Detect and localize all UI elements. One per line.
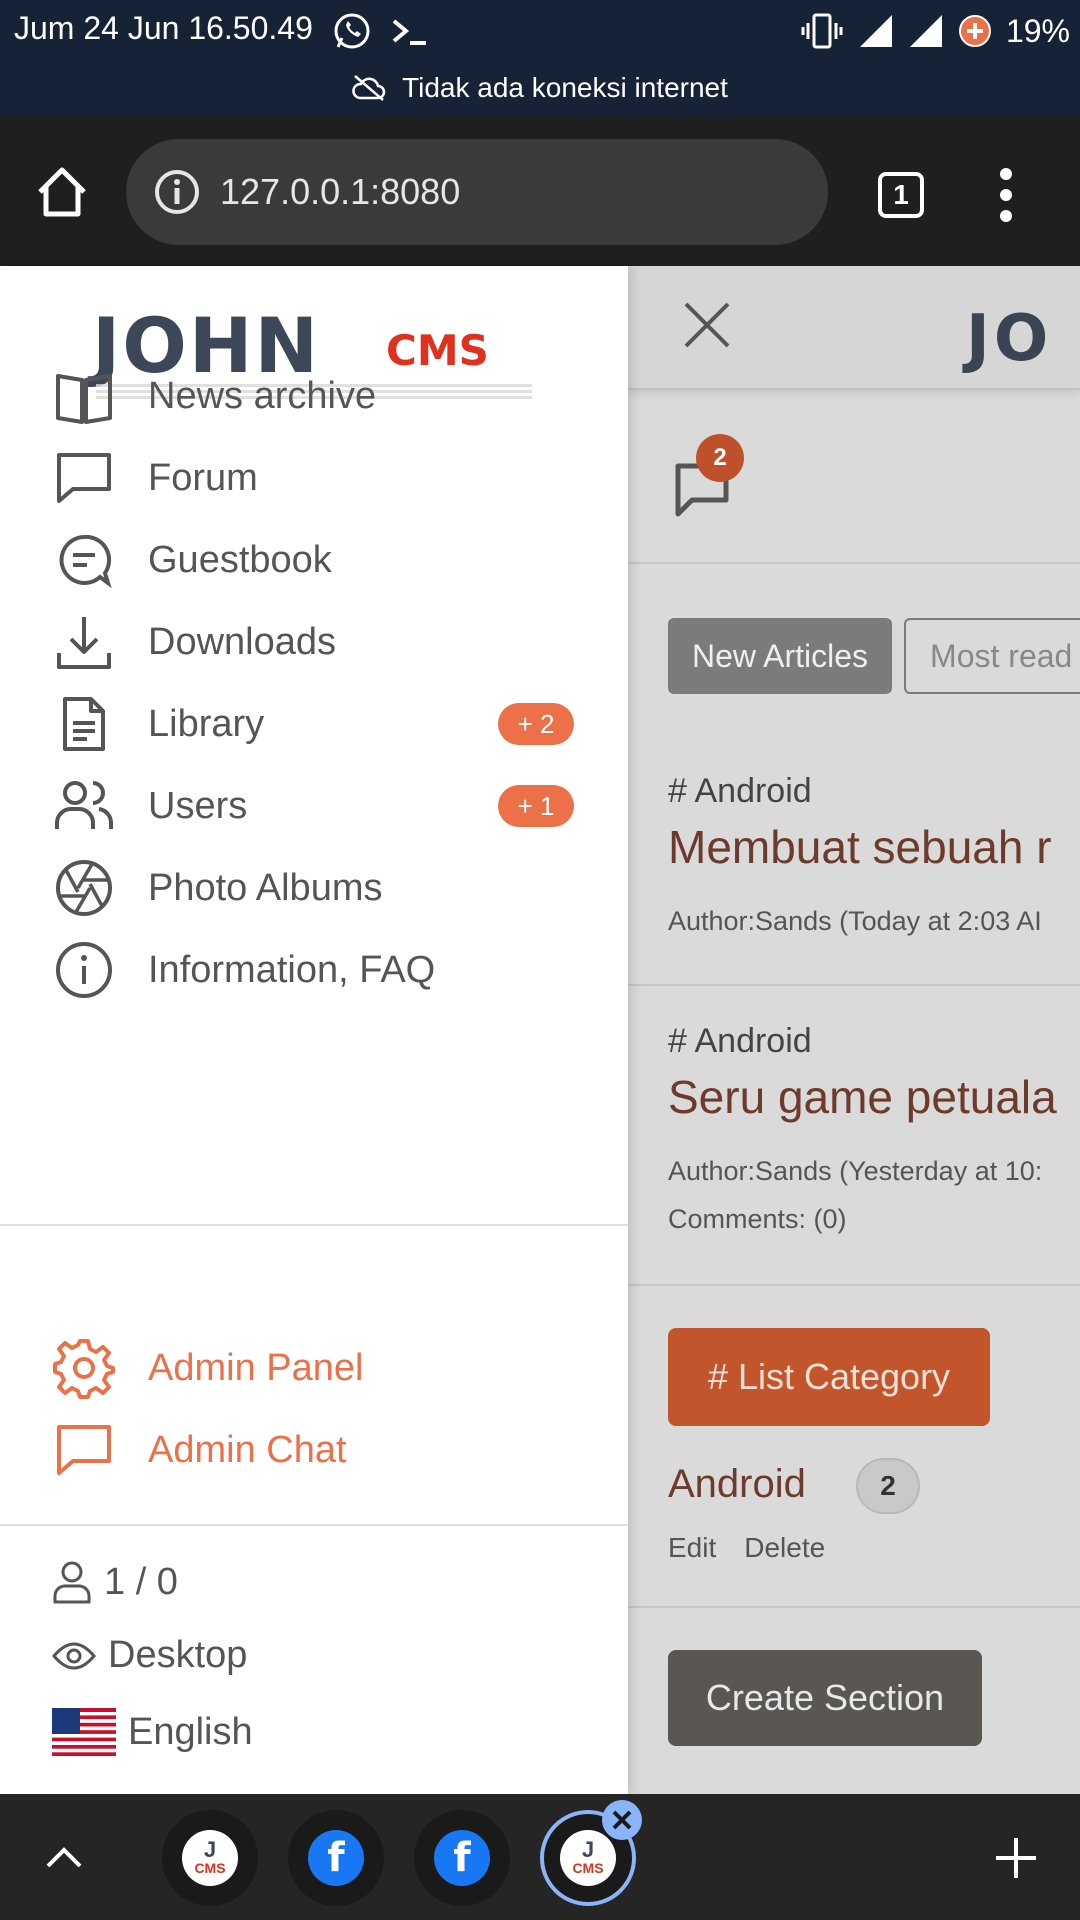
language-label: English bbox=[128, 1710, 253, 1753]
address-bar[interactable]: 127.0.0.1:8080 bbox=[126, 139, 828, 245]
list-category-button[interactable]: # List Category bbox=[668, 1328, 990, 1426]
divider bbox=[0, 1524, 628, 1526]
vibrate-icon bbox=[801, 13, 843, 49]
article-meta: Author:Sands (Today at 2:03 AI bbox=[668, 906, 1042, 936]
edit-link[interactable]: Edit bbox=[668, 1532, 716, 1564]
us-flag-icon bbox=[52, 1708, 116, 1756]
language-switch[interactable]: English bbox=[52, 1708, 253, 1756]
signal-icon bbox=[859, 15, 892, 47]
online-count: 1 / 0 bbox=[104, 1560, 178, 1603]
create-section-button[interactable]: Create Section bbox=[668, 1650, 982, 1746]
article-title[interactable]: Seru game petuala bbox=[668, 1070, 1057, 1124]
info-icon[interactable] bbox=[154, 169, 200, 215]
status-time: Jum 24 Jun 16.50.49 bbox=[14, 10, 313, 46]
category-name[interactable]: Android bbox=[668, 1462, 806, 1507]
nav-label: Library bbox=[148, 702, 265, 745]
status-bar: Jum 24 Jun 16.50.49 19% Tidak ada koneks bbox=[0, 0, 1080, 118]
nav-label: Admin Panel bbox=[148, 1346, 364, 1389]
category-count-badge: 2 bbox=[856, 1458, 920, 1514]
main-header: JO bbox=[628, 266, 1080, 390]
article-title[interactable]: Membuat sebuah r bbox=[668, 820, 1052, 874]
tab-most-read[interactable]: Most read bbox=[904, 618, 1080, 694]
online-counter[interactable]: 1 / 0 bbox=[52, 1560, 178, 1604]
article-tag[interactable]: # Android bbox=[668, 1022, 812, 1061]
offline-message: Tidak ada koneksi internet bbox=[402, 72, 728, 103]
article-tag[interactable]: # Android bbox=[668, 772, 812, 811]
nav-label: Photo Albums bbox=[148, 866, 383, 909]
nav-drawer: JOHN CMS News archive Forum Guestbook Do… bbox=[0, 266, 628, 1794]
whatsapp-icon bbox=[334, 13, 370, 49]
signal-icon-2 bbox=[909, 15, 942, 47]
chat-badge: 2 bbox=[696, 434, 744, 482]
nav-label: Forum bbox=[148, 456, 258, 499]
article-item: # Android Membuat sebuah r Author:Sands … bbox=[628, 736, 1080, 986]
main-content: JO 2 New Articles Most read # Android Me… bbox=[628, 266, 1080, 1794]
users-badge: + 1 bbox=[498, 785, 574, 827]
tab-facebook-1[interactable]: f bbox=[288, 1810, 384, 1906]
article-meta: Author:Sands (Yesterday at 10: bbox=[668, 1156, 1043, 1186]
aperture-icon bbox=[52, 856, 116, 920]
facebook-icon: f bbox=[434, 1830, 490, 1886]
nav-label: News archive bbox=[148, 374, 377, 417]
cloud-off-icon bbox=[352, 75, 386, 101]
delete-link[interactable]: Delete bbox=[744, 1532, 825, 1564]
article-tabs: New Articles Most read bbox=[668, 618, 1080, 694]
johncms-favicon: J CMS bbox=[560, 1830, 616, 1886]
close-tab-icon[interactable] bbox=[602, 1800, 642, 1840]
divider bbox=[628, 1606, 1080, 1608]
johncms-favicon: J CMS bbox=[182, 1830, 238, 1886]
chat-icon bbox=[52, 446, 116, 510]
nav-label: Guestbook bbox=[148, 538, 332, 581]
tab-strip: J CMS f f J CMS bbox=[0, 1794, 1080, 1920]
users-icon bbox=[52, 774, 116, 838]
guestbook-icon bbox=[52, 528, 116, 592]
battery-level: 19% bbox=[1005, 12, 1070, 49]
category-actions: Edit Delete bbox=[668, 1532, 825, 1564]
nav-label: Information, FAQ bbox=[148, 948, 436, 991]
tab-johncms-1[interactable]: J CMS bbox=[162, 1810, 258, 1906]
article-comments[interactable]: Comments: (0) bbox=[668, 1204, 847, 1235]
nav-item-admin-chat[interactable]: Admin Chat bbox=[0, 1400, 628, 1500]
tab-new-articles[interactable]: New Articles bbox=[668, 618, 893, 694]
eye-icon bbox=[52, 1642, 96, 1669]
nav-item-information-faq[interactable]: Information, FAQ bbox=[0, 920, 628, 1020]
download-icon bbox=[52, 610, 116, 674]
notifications-area: 2 bbox=[628, 412, 1080, 564]
info-icon bbox=[52, 938, 116, 1002]
chevron-up-icon[interactable] bbox=[44, 1840, 84, 1872]
new-tab-icon[interactable] bbox=[994, 1836, 1038, 1880]
terminal-icon bbox=[392, 19, 426, 45]
offline-banner: Tidak ada koneksi internet bbox=[0, 72, 1080, 104]
gear-icon bbox=[52, 1336, 116, 1400]
browser-toolbar: 127.0.0.1:8080 1 bbox=[0, 118, 1080, 266]
site-logo-partial: JO bbox=[966, 302, 1053, 376]
version-switch[interactable]: Desktop bbox=[52, 1634, 247, 1677]
book-icon bbox=[52, 364, 116, 428]
close-icon[interactable] bbox=[682, 300, 732, 350]
document-icon bbox=[52, 692, 116, 756]
more-menu-icon[interactable] bbox=[986, 168, 1026, 222]
article-item: # Android Seru game petuala Author:Sands… bbox=[628, 986, 1080, 1286]
user-icon bbox=[53, 1561, 91, 1604]
home-icon[interactable] bbox=[34, 164, 90, 220]
tab-facebook-2[interactable]: f bbox=[414, 1810, 510, 1906]
battery-saver-icon bbox=[958, 15, 991, 47]
nav-label: Admin Chat bbox=[148, 1428, 347, 1471]
facebook-icon: f bbox=[308, 1830, 364, 1886]
chat-icon bbox=[52, 1418, 116, 1482]
nav-label: Downloads bbox=[148, 620, 336, 663]
version-label: Desktop bbox=[108, 1634, 248, 1676]
tab-switcher-button[interactable]: 1 bbox=[878, 172, 924, 218]
library-badge: + 2 bbox=[498, 703, 574, 745]
nav-label: Users bbox=[148, 784, 248, 827]
url-text[interactable]: 127.0.0.1:8080 bbox=[220, 171, 460, 213]
divider bbox=[0, 1224, 628, 1226]
